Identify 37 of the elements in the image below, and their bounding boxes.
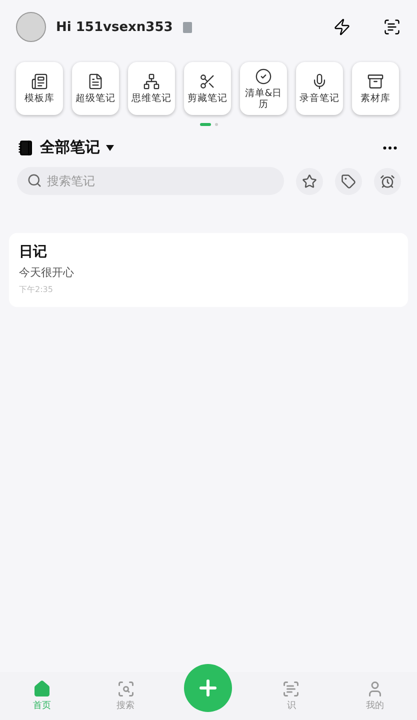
shortcut-tile[interactable]: 剪藏笔记	[184, 62, 231, 115]
shortcut-tile[interactable]: 模板库	[16, 62, 63, 115]
shortcut-tile[interactable]: 清单&日历	[240, 62, 287, 115]
notebook-icon	[18, 140, 34, 156]
network-icon	[143, 73, 160, 90]
star-icon	[302, 174, 317, 188]
alarm-button[interactable]	[374, 168, 401, 194]
search-field[interactable]: 搜索笔记	[17, 167, 284, 195]
note-title: 日记	[19, 243, 48, 261]
star-button[interactable]	[296, 168, 323, 194]
notebook-title[interactable]: 全部笔记	[40, 138, 100, 157]
alarm-clock-icon	[380, 174, 395, 188]
note-card[interactable]: 日记 今天很开心 下午2:35	[9, 233, 408, 307]
search-icon	[27, 173, 42, 188]
document-icon	[87, 73, 104, 90]
scissors-icon	[199, 73, 216, 90]
badge-icon	[182, 22, 192, 32]
note-preview: 今天很开心	[19, 265, 75, 280]
lightning-icon[interactable]	[333, 18, 351, 36]
greeting: Hi 151vsexn353	[56, 20, 173, 34]
scan-icon	[282, 680, 300, 698]
microphone-icon	[311, 73, 328, 90]
tag-button[interactable]	[335, 168, 362, 194]
note-time: 下午2:35	[19, 284, 54, 295]
newspaper-icon	[31, 73, 48, 90]
caret-icon[interactable]	[106, 144, 114, 150]
tag-icon	[341, 174, 356, 188]
home-icon	[32, 680, 51, 698]
search-icon	[116, 680, 135, 698]
shortcut-tile[interactable]: 录音笔记	[296, 62, 343, 115]
shortcut-tile[interactable]: 超级笔记	[72, 62, 119, 115]
scan-icon[interactable]	[383, 18, 401, 36]
shortcut-tile[interactable]: 思维笔记	[128, 62, 175, 115]
avatar[interactable]	[16, 12, 46, 42]
shortcut-tile[interactable]: 素材库	[352, 62, 399, 115]
archive-icon	[367, 73, 384, 90]
check-circle-icon	[255, 68, 272, 84]
